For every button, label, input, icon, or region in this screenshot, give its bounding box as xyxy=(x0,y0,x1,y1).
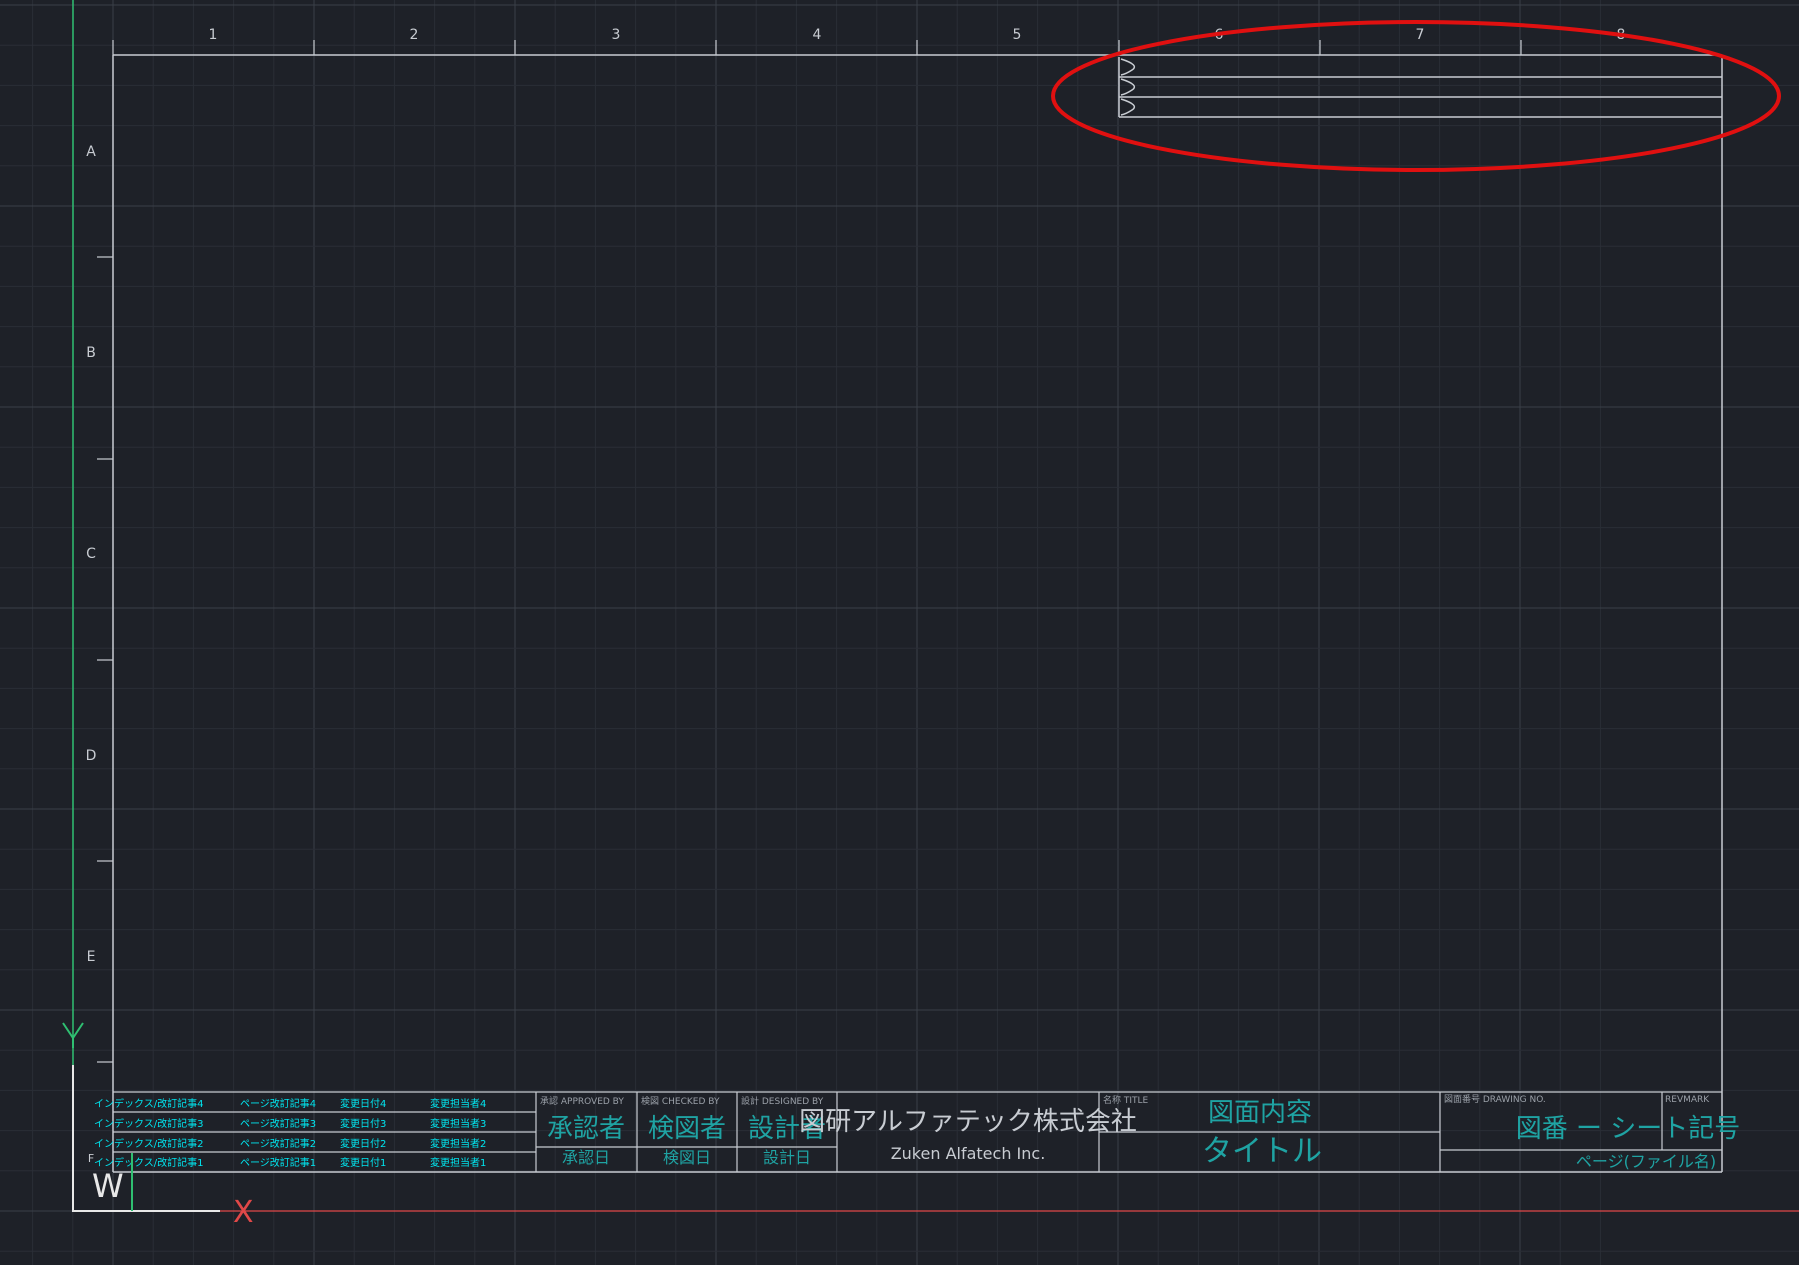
checked-date: 検図日 xyxy=(663,1148,711,1167)
approved-header: 承認 APPROVED BY xyxy=(540,1095,624,1107)
ruler-row-d: D xyxy=(86,748,97,764)
revision-desc: インデックス/改訂記事3 xyxy=(94,1117,203,1130)
revision-date: 変更日付3 xyxy=(340,1117,386,1130)
designed-date: 設計日 xyxy=(763,1148,811,1167)
cad-canvas[interactable]: 1 2 3 4 5 6 7 8 A B C D E F インデックス/改訂記事4… xyxy=(0,0,1799,1265)
revision-page: ページ改訂記事1 xyxy=(240,1156,316,1169)
ruler-col-1: 1 xyxy=(209,27,218,43)
revision-person: 変更担当者2 xyxy=(430,1137,486,1150)
drawing-no-header: 図面番号 DRAWING NO. xyxy=(1444,1093,1546,1105)
checked-header: 検図 CHECKED BY xyxy=(641,1095,720,1107)
checked-name: 検図者 xyxy=(648,1114,726,1144)
revision-page: ページ改訂記事2 xyxy=(240,1137,316,1150)
ruler-col-2: 2 xyxy=(410,27,419,43)
drawing-number: 図番 ー シート記号 xyxy=(1516,1114,1741,1144)
revision-desc: インデックス/改訂記事2 xyxy=(94,1137,203,1150)
revision-person: 変更担当者1 xyxy=(430,1156,486,1169)
revision-person: 変更担当者4 xyxy=(430,1097,486,1110)
drawing-content: 図面内容 xyxy=(1208,1098,1312,1128)
title-header: 名称 TITLE xyxy=(1103,1094,1149,1106)
ruler-col-5: 5 xyxy=(1013,27,1022,43)
revision-person: 変更担当者3 xyxy=(430,1117,486,1130)
approved-date: 承認日 xyxy=(562,1148,610,1167)
ruler-row-a: A xyxy=(86,144,96,160)
ucs-w-label: W xyxy=(92,1167,124,1205)
drawing-title: タイトル xyxy=(1202,1134,1322,1169)
ucs-x-label: X xyxy=(233,1195,254,1230)
page-file-name: ページ(ファイル名) xyxy=(1576,1152,1716,1171)
revision-desc: インデックス/改訂記事4 xyxy=(94,1097,203,1110)
canvas-background xyxy=(0,0,1799,1265)
revmark-header: REVMARK xyxy=(1665,1095,1710,1105)
revision-date: 変更日付4 xyxy=(340,1097,386,1110)
ruler-row-b: B xyxy=(86,345,96,361)
company-name-en: Zuken Alfatech Inc. xyxy=(891,1144,1046,1163)
signoff-names: 承認者 検図者 設計者 xyxy=(547,1114,826,1144)
designed-header: 設計 DESIGNED BY xyxy=(741,1095,824,1107)
signoff-headers: 承認 APPROVED BY 検図 CHECKED BY 設計 DESIGNED… xyxy=(540,1095,824,1107)
signoff-dates: 承認日 検図日 設計日 xyxy=(562,1148,811,1167)
revision-page: ページ改訂記事4 xyxy=(240,1097,316,1110)
revision-date: 変更日付2 xyxy=(340,1137,386,1150)
ruler-row-c: C xyxy=(86,546,96,562)
revision-date: 変更日付1 xyxy=(340,1156,386,1169)
ruler-col-7: 7 xyxy=(1416,27,1425,43)
approved-name: 承認者 xyxy=(547,1114,625,1144)
ruler-col-4: 4 xyxy=(813,27,822,43)
ruler-row-e: E xyxy=(87,949,96,965)
ruler-col-3: 3 xyxy=(612,27,621,43)
company-name-jp: 図研アルファテック株式会社 xyxy=(799,1107,1137,1137)
revision-page: ページ改訂記事3 xyxy=(240,1117,316,1130)
